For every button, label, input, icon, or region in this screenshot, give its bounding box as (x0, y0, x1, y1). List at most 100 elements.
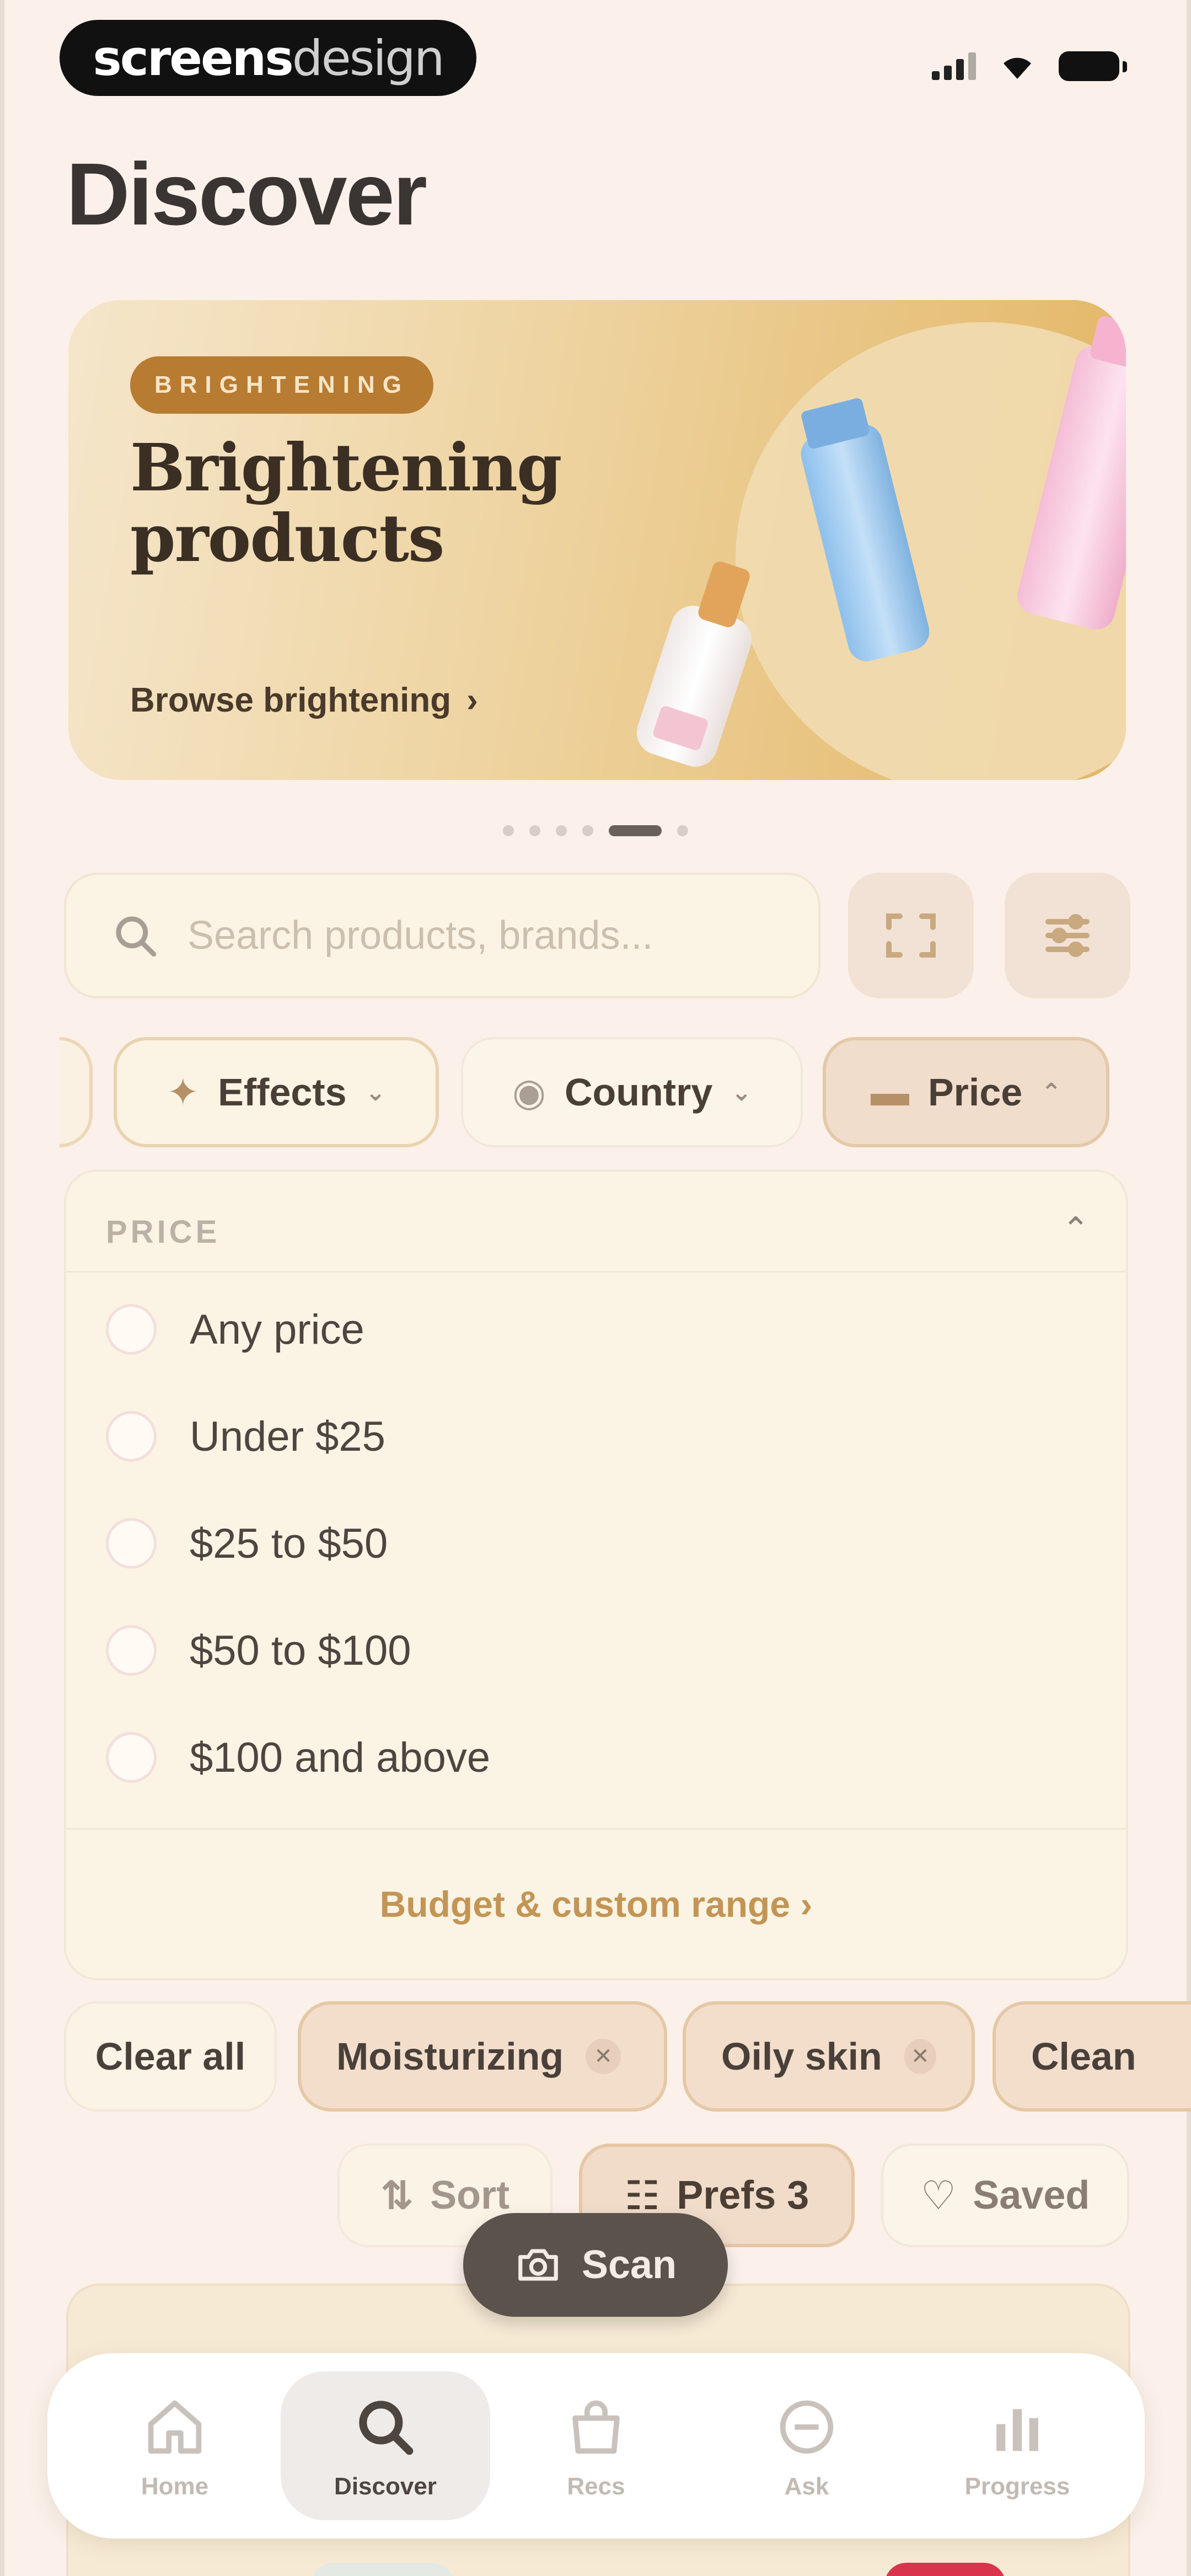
hero-title: Brightening products (130, 429, 562, 576)
filter-chip-country[interactable]: ◉ Country ⌄ (461, 1037, 803, 1147)
filter-settings-button[interactable] (1005, 873, 1130, 998)
chevron-down-icon: ⌄ (365, 1078, 386, 1106)
chevron-right-icon: › (466, 681, 478, 719)
carousel-dot-active[interactable] (609, 825, 662, 836)
home-icon (148, 2400, 202, 2454)
nav-item-discover[interactable]: Discover (281, 2371, 490, 2520)
page-title: Discover (66, 145, 427, 243)
nav-label: Home (141, 2473, 209, 2500)
nav-item-progress[interactable]: Progress (913, 2371, 1122, 2520)
filter-chip-label: Price (927, 1071, 1023, 1114)
scan-frame-icon (886, 913, 936, 958)
sort-label: Sort (430, 2173, 510, 2217)
filter-chip-effects[interactable]: ✦ Effects ⌄ (114, 1037, 439, 1147)
filter-chip-row: ✦ Effects ⌄ ◉ Country ⌄ ▬ Price ⌃ (0, 1037, 1191, 1147)
nav-item-recs[interactable]: Recs (491, 2371, 701, 2520)
signal-icon (932, 52, 976, 80)
radio-button[interactable] (106, 1732, 157, 1783)
prefs-label: Prefs 3 (677, 2173, 809, 2217)
carousel-dot[interactable] (556, 825, 567, 836)
active-tag[interactable]: Clean (993, 2001, 1191, 2112)
search-input[interactable] (187, 913, 766, 958)
scan-button[interactable]: Scan (463, 2213, 728, 2317)
hero-browse-label: Browse brightening (130, 681, 452, 719)
saved-label: Saved (973, 2173, 1090, 2217)
active-tag-label: Clean (1031, 2035, 1136, 2078)
filter-chip-label: Effects (218, 1071, 347, 1114)
filter-chip-partial[interactable] (60, 1037, 93, 1147)
clear-all-button[interactable]: Clear all (64, 2001, 277, 2112)
price-option-label: $100 and above (190, 1734, 491, 1781)
filter-chip-label: Country (564, 1071, 713, 1114)
carousel-dot[interactable] (582, 825, 593, 836)
radio-button[interactable] (106, 1411, 157, 1462)
active-tag[interactable]: Oily skin ✕ (683, 2001, 975, 2112)
nav-item-home[interactable]: Home (70, 2371, 280, 2520)
battery-icon (1059, 51, 1127, 81)
product-image (884, 2563, 1006, 2576)
frame-edge-left (0, 0, 4, 2576)
carousel-dot[interactable] (503, 825, 514, 836)
nav-item-ask[interactable]: Ask (702, 2371, 911, 2520)
price-option[interactable]: $50 to $100 (106, 1617, 411, 1684)
price-option-label: $50 to $100 (190, 1627, 411, 1674)
price-option[interactable]: $25 to $50 (106, 1510, 388, 1576)
chevron-right-icon: › (800, 1884, 813, 1925)
price-option-label: Any price (190, 1306, 364, 1353)
carousel-dots[interactable] (0, 825, 1191, 836)
sliders-icon: ☷ (624, 2174, 661, 2218)
frame-edge-right (1187, 0, 1191, 2576)
radio-button[interactable] (106, 1518, 157, 1569)
wallet-icon: ▬ (870, 1071, 909, 1114)
carousel-dot[interactable] (677, 825, 688, 836)
hero-badge: BRIGHTENING (130, 356, 433, 414)
product-bottle-image (631, 600, 758, 773)
wifi-icon (998, 51, 1037, 81)
saved-button[interactable]: ♡ Saved (881, 2144, 1129, 2247)
nav-label: Recs (567, 2473, 625, 2500)
sort-icon: ⇅ (380, 2174, 414, 2218)
active-tag-label: Moisturizing (336, 2035, 564, 2078)
divider (66, 1828, 1126, 1830)
remove-tag-icon[interactable]: ✕ (586, 2039, 621, 2074)
active-tag-label: Oily skin (721, 2035, 882, 2078)
active-tag[interactable]: Moisturizing ✕ (298, 2001, 667, 2112)
divider (66, 1271, 1126, 1273)
budget-custom-range-link[interactable]: Budget & custom range › (66, 1883, 1126, 1925)
hero-browse-link[interactable]: Browse brightening › (130, 681, 478, 720)
camera-icon (518, 2249, 558, 2281)
carousel-dot[interactable] (529, 825, 540, 836)
status-bar: screens design (0, 0, 1191, 110)
brand-light: design (292, 29, 445, 87)
budget-link-label: Budget & custom range (379, 1884, 791, 1925)
remove-tag-icon[interactable]: ✕ (904, 2039, 936, 2074)
radio-button[interactable] (106, 1625, 157, 1676)
price-filter-panel: PRICE ⌃ Any price Under $25 $25 to $50 $… (64, 1169, 1128, 1980)
price-option[interactable]: Under $25 (106, 1403, 385, 1469)
price-option[interactable]: $100 and above (106, 1724, 490, 1791)
sparkle-icon: ✦ (167, 1071, 200, 1114)
price-panel-heading: PRICE (106, 1214, 221, 1250)
scan-frame-button[interactable] (848, 873, 974, 998)
filter-chip-price[interactable]: ▬ Price ⌃ (823, 1037, 1109, 1147)
chat-icon (780, 2400, 834, 2454)
product-image (311, 2563, 454, 2576)
bottom-nav: Home Discover Recs Ask Progress (47, 2353, 1145, 2538)
nav-label: Ask (784, 2473, 829, 2500)
hero-banner[interactable]: BRIGHTENING Brightening products Browse … (68, 300, 1126, 780)
brand-bold: screens (93, 29, 293, 87)
bar-chart-icon (996, 2409, 1038, 2451)
globe-icon: ◉ (512, 1071, 546, 1114)
search-icon (116, 916, 157, 957)
bag-icon (572, 2400, 620, 2454)
price-option[interactable]: Any price (106, 1296, 364, 1362)
clear-all-label: Clear all (95, 2035, 246, 2078)
radio-button[interactable] (106, 1304, 157, 1355)
search-bar[interactable] (64, 873, 820, 998)
status-icons (932, 50, 1127, 83)
active-filter-tags: Clear all Moisturizing ✕ Oily skin ✕ Cle… (0, 2001, 1191, 2112)
search-icon (359, 2401, 414, 2455)
price-option-label: $25 to $50 (190, 1520, 388, 1567)
chevron-up-icon[interactable]: ⌃ (1062, 1210, 1090, 1249)
brand-watermark: screens design (60, 20, 476, 96)
